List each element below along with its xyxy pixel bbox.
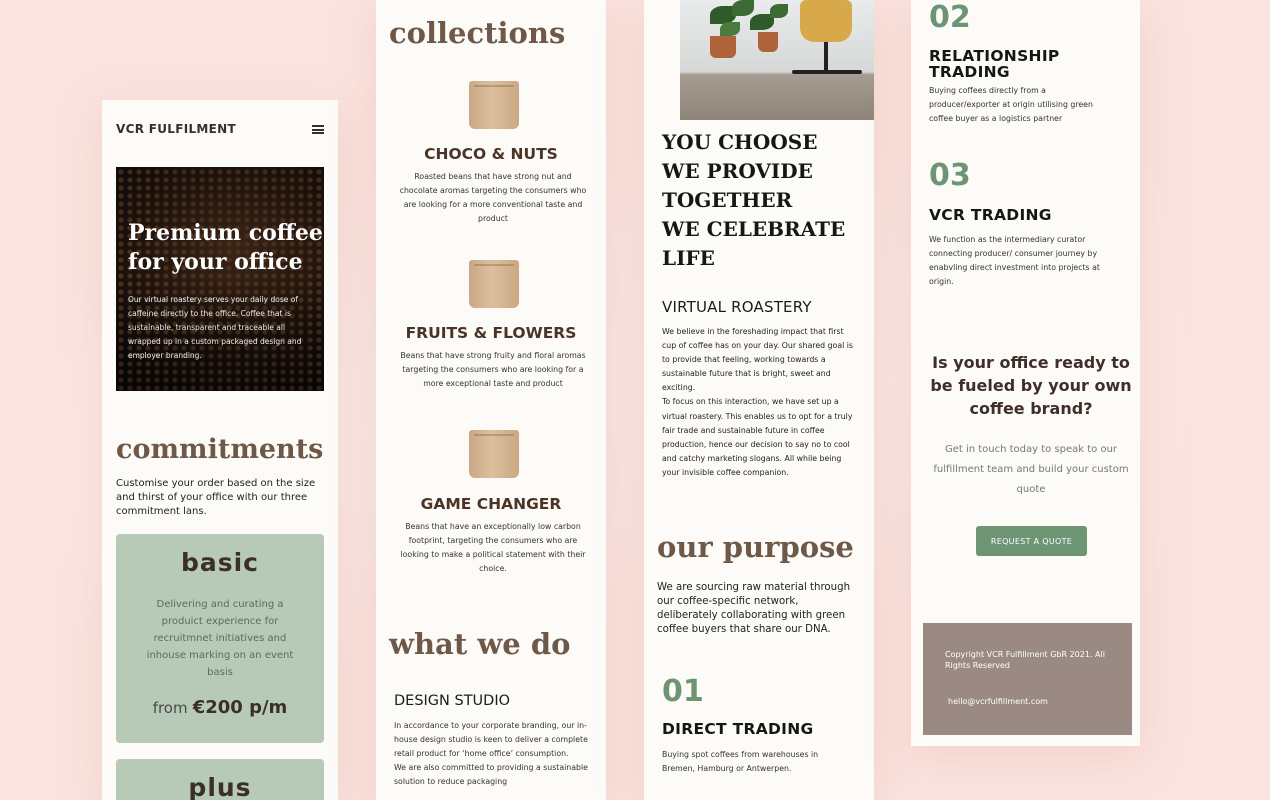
- coffee-pouch-image: [469, 260, 519, 308]
- commitments-heading: commitments: [116, 434, 324, 465]
- collection-title: CHOCO & NUTS: [424, 145, 558, 163]
- step-number: 03: [929, 158, 971, 193]
- step-number: 02: [929, 0, 971, 35]
- section-title: DIRECT TRADING: [662, 720, 814, 738]
- plan-price: from €200 p/m: [152, 697, 288, 718]
- section-title: RELATIONSHIP TRADING: [929, 47, 1060, 81]
- plan-name: basic: [180, 548, 260, 577]
- what-we-do-heading: what we do: [389, 627, 571, 661]
- plan-card-basic[interactable]: basic Delivering and curating a produict…: [116, 534, 324, 743]
- cta-text: Get in touch today to speak to our fulfi…: [933, 444, 1129, 495]
- request-quote-button[interactable]: REQUEST A QUOTE: [976, 526, 1087, 556]
- commitments-text: Customise your order based on the size a…: [116, 478, 316, 517]
- phone-screen-home: VCR FULFILMENT Premium coffee for your of…: [102, 100, 338, 800]
- plan-name: plus: [188, 773, 252, 800]
- footer: Copyright VCR Fulfillment GbR 2021. All …: [923, 623, 1132, 735]
- collections-heading: collections: [389, 16, 566, 50]
- collection-description: Roasted beans that have strong nut and c…: [399, 172, 587, 223]
- manifesto-text: YOU CHOOSE WE PROVIDE TOGETHER WE CELEBR…: [662, 130, 846, 270]
- collection-description: Beans that have strong fruity and floral…: [400, 351, 586, 388]
- cta-heading: Is your office ready to be fueled by you…: [930, 353, 1132, 418]
- plan-description: Delivering and curating a produict exper…: [146, 599, 294, 678]
- section-text: We believe in the foreshading impact tha…: [662, 327, 853, 477]
- section-title: DESIGN STUDIO: [394, 693, 511, 709]
- step-number: 01: [662, 674, 704, 709]
- section-text: In accordance to your corporate branding…: [394, 721, 588, 786]
- phone-screen-collections: collections CHOCO & NUTS Roasted beans t…: [376, 0, 606, 800]
- collection-title: FRUITS & FLOWERS: [405, 324, 577, 342]
- coffee-pouch-image: [469, 81, 519, 129]
- office-photo: [680, 0, 874, 120]
- collection-description: Beans that have an exceptionally low car…: [400, 522, 586, 573]
- hamburger-menu-icon[interactable]: [312, 125, 324, 134]
- copyright-text: Copyright VCR Fulfillment GbR 2021. All …: [945, 650, 1105, 670]
- footer-email-link[interactable]: hello@vcrfulfillment.com: [948, 697, 1048, 706]
- section-title: VIRTUAL ROASTERY: [662, 298, 812, 316]
- section-text: Buying coffees directly from a producer/…: [929, 86, 1093, 123]
- coffee-pouch-image: [469, 430, 519, 478]
- phone-screen-contact: 02 RELATIONSHIP TRADING Buying coffees d…: [911, 0, 1140, 746]
- plan-card-plus[interactable]: plus: [116, 759, 324, 800]
- section-text: Buying spot coffees from warehouses in B…: [662, 750, 819, 773]
- section-title: VCR TRADING: [929, 206, 1052, 224]
- purpose-text: We are sourcing raw material through our…: [657, 582, 851, 635]
- section-text: We function as the intermediary curator …: [929, 235, 1100, 286]
- hero-banner: Premium coffee for your office Our virtua…: [116, 167, 324, 391]
- phone-screen-about: YOU CHOOSE WE PROVIDE TOGETHER WE CELEBR…: [644, 0, 874, 800]
- collection-title: GAME CHANGER: [420, 495, 562, 513]
- hero-title: Premium coffee for your office: [128, 220, 323, 275]
- purpose-heading: our purpose: [657, 530, 854, 564]
- hero-text: Our virtual roastery serves your daily d…: [128, 295, 302, 360]
- brand-logo[interactable]: VCR FULFILMENT: [116, 122, 236, 136]
